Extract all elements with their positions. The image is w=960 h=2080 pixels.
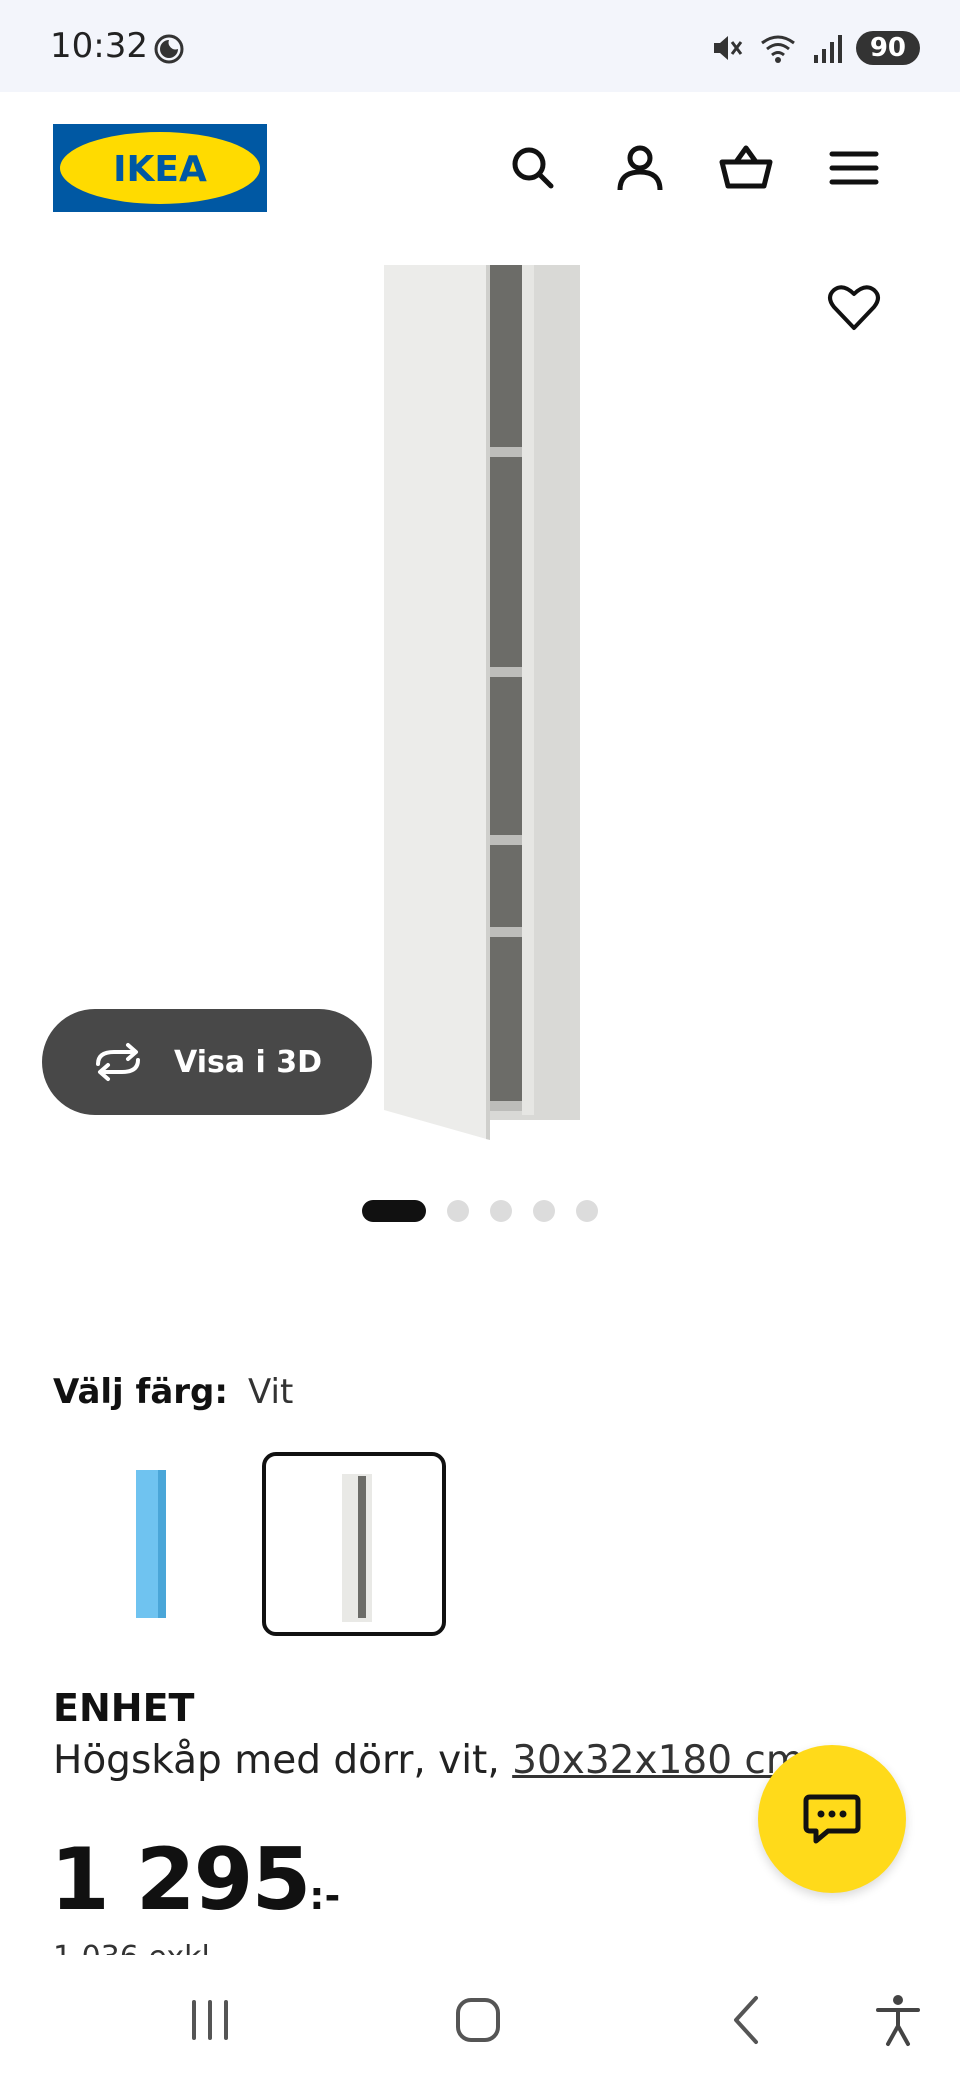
carousel-dot[interactable] [447, 1200, 469, 1222]
chat-icon [803, 1794, 861, 1844]
carousel-dot[interactable] [490, 1200, 512, 1222]
color-picker-heading: Välj färg: Vit [53, 1372, 293, 1412]
account-icon[interactable] [612, 140, 668, 196]
basket-icon[interactable] [718, 140, 774, 196]
menu-icon[interactable] [826, 140, 882, 196]
search-icon[interactable] [505, 140, 561, 196]
swatch-image [136, 1470, 166, 1618]
heart-icon[interactable] [826, 280, 882, 336]
carousel-dot[interactable] [362, 1200, 426, 1222]
view-3d-label: Visa i 3D [174, 1044, 323, 1080]
description-text: Högskåp med dörr, vit, [53, 1738, 513, 1783]
status-icons: 90 [710, 26, 920, 70]
dimensions-link[interactable]: 30x32x180 cm [512, 1738, 804, 1783]
logo-text: IKEA [113, 149, 207, 190]
battery-badge: 90 [855, 31, 920, 65]
accessibility-icon[interactable] [868, 1990, 928, 2050]
product-price: 1 295:- [50, 1830, 340, 1930]
color-swatch-light-blue[interactable] [60, 1452, 244, 1636]
home-icon[interactable] [448, 1990, 508, 2050]
ikea-logo[interactable]: IKEA [53, 124, 267, 212]
view-3d-button[interactable]: Visa i 3D [42, 1009, 372, 1115]
signal-icon [813, 35, 842, 63]
chat-button[interactable] [758, 1745, 906, 1893]
swatch-image [342, 1474, 372, 1622]
mute-icon [713, 36, 743, 60]
carousel-dot[interactable] [533, 1200, 555, 1222]
carousel-dot[interactable] [576, 1200, 598, 1222]
product-image[interactable] [380, 265, 585, 1145]
product-description: Högskåp med dörr, vit, 30x32x180 cm [53, 1738, 804, 1783]
price-suffix: :- [309, 1874, 341, 1918]
selected-color: Vit [247, 1372, 294, 1412]
recent-apps-icon[interactable] [180, 1990, 240, 2050]
product-name: ENHET [53, 1686, 195, 1730]
price-value: 1 295 [50, 1830, 311, 1930]
moon-icon [154, 34, 184, 64]
status-time: 10:32 [50, 26, 148, 66]
carousel-pagination [362, 1200, 598, 1222]
wifi-icon [760, 35, 795, 63]
rotate-icon [96, 1043, 140, 1081]
back-icon[interactable] [718, 1990, 778, 2050]
status-bar: 10:32 90 [0, 0, 960, 92]
color-swatch-white[interactable] [262, 1452, 446, 1636]
color-label: Välj färg: [53, 1372, 228, 1412]
